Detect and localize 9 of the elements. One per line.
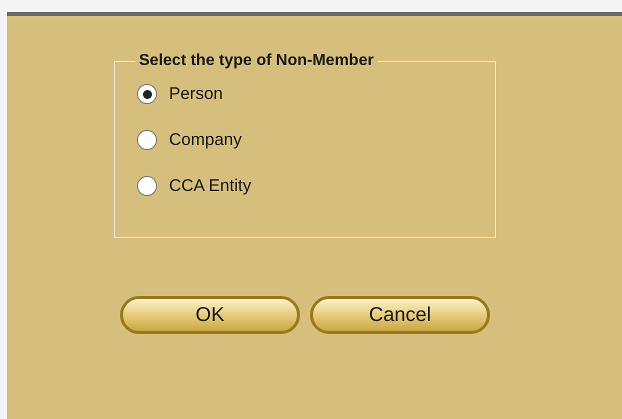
option-label: Person (169, 84, 223, 104)
radio-icon[interactable] (137, 84, 157, 104)
radio-icon[interactable] (137, 130, 157, 150)
dialog-button[interactable]: OK (120, 296, 300, 334)
option-label: Company (169, 130, 242, 150)
dialog-button[interactable]: Cancel (310, 296, 490, 334)
group-legend: Select the type of Non-Member (135, 52, 378, 70)
radio-icon[interactable] (137, 176, 157, 196)
option-label: CCA Entity (169, 176, 252, 196)
